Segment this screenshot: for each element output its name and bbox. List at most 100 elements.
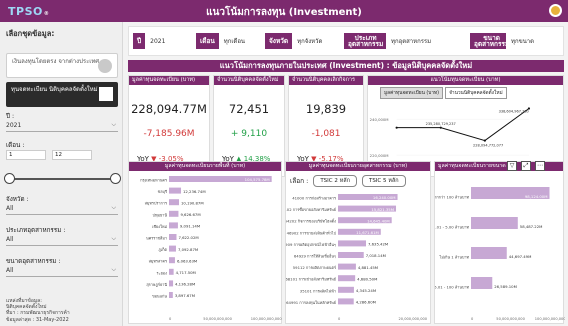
filter-size: ขนาดอุตสาหกรรม ทุกขนาด [470,26,539,56]
industry-chart-title: มูลค่าทุนจดทะเบียนรายอุตสาหกรรม (บาท) [286,162,430,171]
bar [169,199,180,206]
trend-point-label: 228,094,772,077 [473,143,503,147]
emblem-icon[interactable] [549,4,562,17]
province-select[interactable]: All ⌵ [6,203,118,215]
province-value: All [6,205,14,212]
industry-select[interactable]: All ⌵ [6,234,118,246]
tsic-select-label: เลือก : [290,177,309,185]
month-to-input[interactable]: 12 [52,150,92,160]
bar-value-label: 98,124.00M [525,194,548,199]
bar [338,298,354,305]
x-axis-tick: 100,000,000,000 [535,317,565,321]
dataset-title: เลือกชุดข้อมูล: [6,29,55,38]
x-axis-tick: 0 [169,317,172,321]
bar-value-label: 10,190.87M [181,200,204,205]
more-options-icon[interactable]: ⋯ [535,161,545,171]
bar-value-label: 16,240.00M [373,195,396,200]
bar [338,286,354,293]
x-axis-tick: 50,000,000,000 [496,317,525,321]
bar-value-label: 7,092.87M [178,247,198,252]
tsic-2-button[interactable]: TSIC 2 หลัก [313,175,357,187]
bar-category-label: 27909 การผลิตอุปกรณ์ไฟฟ้าอื่นๆ [286,242,336,248]
chevron-down-icon: ⌵ [111,266,116,273]
bar [338,240,366,247]
bar [169,210,179,217]
sidebar: เลือกชุดข้อมูล: เงินลงทุนโดยตรง จากต่างป… [0,22,123,326]
bar-category-label: ชลบุรี [158,189,167,195]
bar-category-label: มากกว่า 100 ล้านบาท [435,195,469,200]
trend-point [395,126,398,129]
month-slider-track[interactable] [8,178,116,180]
bar [169,187,182,194]
dataset-fdi-label: เงินลงทุนโดยตรง จากต่างประเทศ [12,58,100,65]
year-select[interactable]: 2021 ⌵ [6,120,118,132]
industry-chart-card: มูลค่าทุนจดทะเบียนรายอุตสาหกรรม (บาท) เล… [285,161,431,324]
bar-category-label: ปทุมธานี [153,212,168,218]
bar [338,252,364,258]
kpi-title: จำนวนนิติบุคคลจัดตั้งใหม่ [214,76,284,85]
bar-category-label: เชียงใหม่ [152,224,167,229]
bar-value-label: 7,635.42M [368,242,388,247]
globe-icon [98,59,112,73]
bar-category-label: 64202 กิจการของบริษัทโฮลดิ้ง [286,218,336,224]
bar-category-label: 59112 การผลิตภาพยนตร์ [293,265,336,270]
bar [169,234,177,240]
x-axis-tick: 50,000,000,000 [203,317,232,321]
bar-category-label: กรุงเทพมหานคร [140,178,167,184]
month-slider-start-handle[interactable] [4,173,15,184]
trend-point [439,126,442,129]
size-bar-chart: มากกว่า 100 ล้านบาท 98,124.00M 1.01 - 5.00… [435,187,565,321]
x-axis-tick: 0 [338,317,341,321]
month-from-input[interactable]: 1 [6,150,46,160]
tsic-5-button[interactable]: TSIC 5 หลัก [361,175,406,187]
filter-month: เดือน ทุกเดือน [196,26,250,56]
trend-point-label: 235,280,729,237 [426,122,456,126]
size-select[interactable]: All ⌵ [6,265,118,277]
bar-value-label: 44,697.49M [509,254,532,259]
bar-value-label: 12,236.74M [183,189,206,194]
bar [471,277,493,289]
bar [169,292,173,298]
size-chart-card: มูลค่าทุนจดทะเบียนรายขนาด มากกว่า 100 ล้… [434,161,565,324]
bar-value-label: 58,487.22M [520,224,543,229]
dataset-fdi-button[interactable]: เงินลงทุนโดยตรง จากต่างประเทศ [6,53,118,78]
filter-industry: ประเภทอุตสาหกรรม ทุกอุตสาหกรรม [344,26,436,56]
bar [169,268,174,275]
bar [169,222,178,229]
year-value: 2021 [6,122,22,129]
kpi-change: + 9,110 [230,129,268,139]
month-slider-end-handle[interactable] [110,173,121,184]
focus-mode-icon[interactable]: ⤢ [521,161,531,171]
bar-category-label: ระยอง [157,270,168,275]
trend-title: แนวโน้มทุนจดทะเบียน (บาท) [368,76,563,85]
bar-category-label: ไม่เกิน 1 ล้านบาท [438,255,469,260]
bar-value-label: 104,575.78M [245,177,270,182]
bar-value-label: 14,645.40M [367,218,390,223]
bar-category-label: ภูเก็ต [158,246,167,252]
filter-year: ปี 2021 [133,26,170,56]
kpi-value: 72,451 [228,102,270,116]
bar [169,280,174,287]
bar-value-label: 4,345.24M [356,288,376,293]
bar-category-label: นครราชสีมา [146,236,167,241]
bar-value-label: 26,589.10M [494,284,517,289]
bar-value-label: 6,063.63M [177,258,197,263]
building-icon [99,87,113,101]
filter-icon[interactable]: ▽ [507,161,517,171]
industry-bar-chart: 41000 การก่อสร้างอาคาร 16,240.00M 68102 กา… [286,194,428,321]
bar [471,217,518,229]
bar-value-label: 15,821.35M [371,207,394,212]
top-bar: TPSO® แนวโน้มการลงทุน (Investment) [0,0,568,22]
bar [169,245,176,252]
bar-value-label: 4,136.28M [175,282,195,287]
filter-province: จังหวัด ทุกจังหวัด [265,26,327,56]
x-axis-tick: 0 [471,317,474,321]
industry-value: All [6,236,14,243]
kpi-title: จำนวนนิติบุคคลเลิกกิจการ [289,76,363,85]
section-banner: แนวโน้มการลงทุนภายในประเทศ (Investment) … [128,60,564,72]
dataset-registered-capital-button[interactable]: ทุนจดทะเบียน นิติบุคคลจัดตั้งใหม่ [6,82,118,107]
bar-category-label: 41000 การก่อสร้างอาคาร [292,196,336,201]
chevron-down-icon: ⌵ [111,235,116,242]
bar-category-label: 68101 การเช่าอสังหาริมทรัพย์ [286,277,336,282]
trend-point-label: 338,604,967,380 [499,110,529,114]
